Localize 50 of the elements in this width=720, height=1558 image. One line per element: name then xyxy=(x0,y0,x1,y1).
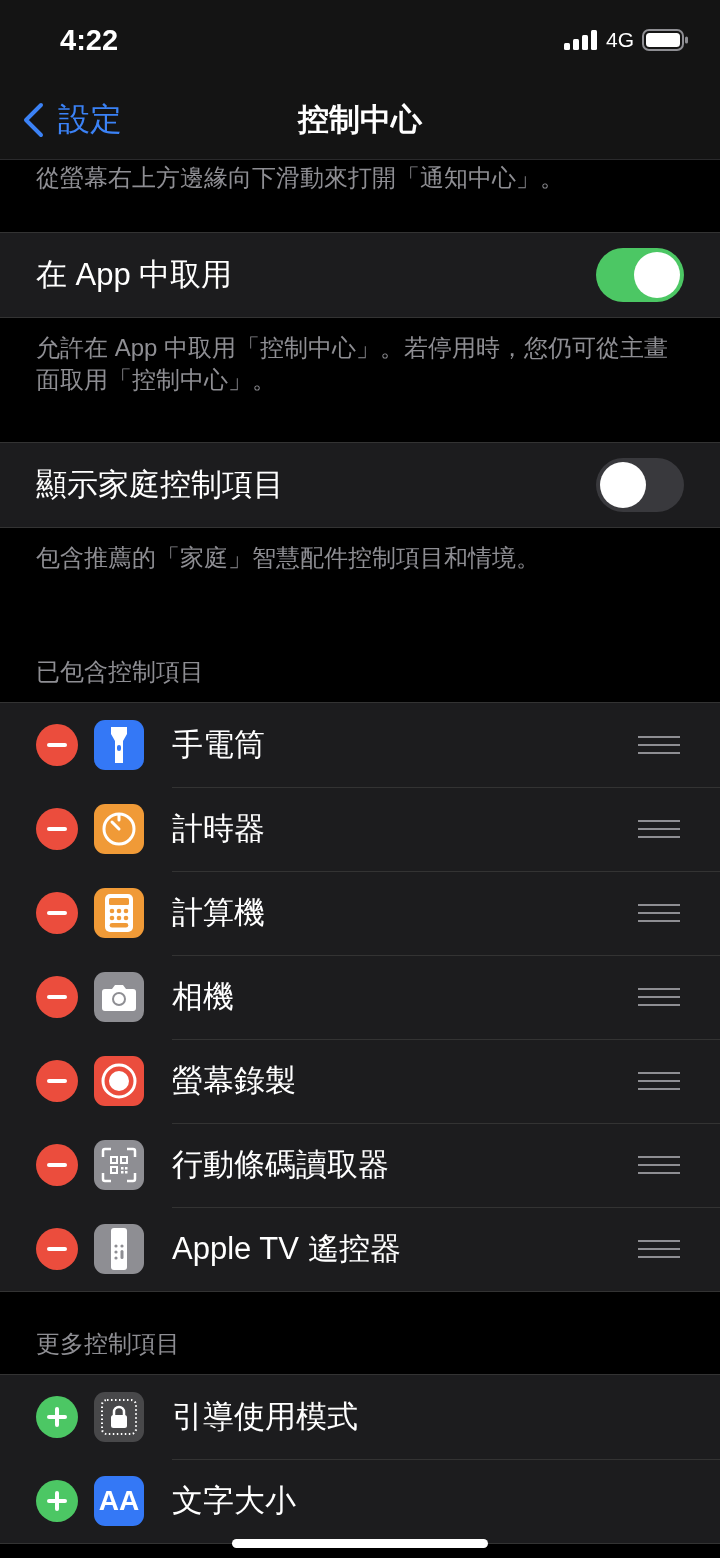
section-note: 從螢幕右上方邊緣向下滑動來打開「通知中心」。 xyxy=(35,163,565,193)
reorder-handle-icon[interactable] xyxy=(638,734,680,755)
remove-button[interactable] xyxy=(36,1144,78,1186)
section-footer: 允許在 App 中取用「控制中心」。若停用時，您仍可從主畫面取用「控制中心」。 xyxy=(0,318,720,442)
add-button[interactable] xyxy=(36,1480,78,1522)
remote-icon xyxy=(111,1228,127,1270)
text-size-icon: AA xyxy=(94,1476,144,1526)
calculator-icon xyxy=(105,894,133,932)
reorder-handle-icon[interactable] xyxy=(638,1239,680,1259)
reorder-handle-icon[interactable] xyxy=(638,902,680,923)
setting-label: 顯示家庭控制項目 xyxy=(36,466,284,504)
remove-button[interactable] xyxy=(36,724,78,766)
flashlight-icon xyxy=(109,725,129,765)
control-label: 計時器 xyxy=(172,809,265,848)
qr-code-icon xyxy=(101,1147,137,1183)
chevron-left-icon xyxy=(22,101,44,138)
setting-label: 在 App 中取用 xyxy=(36,256,233,294)
signal-icon xyxy=(564,30,598,50)
section-footer: 包含推薦的「家庭」智慧配件控制項目和情境。 xyxy=(0,528,720,620)
remove-button[interactable] xyxy=(36,808,78,850)
remove-button[interactable] xyxy=(36,1060,78,1102)
section-header: 已包含控制項目 xyxy=(35,657,205,687)
toggle-switch[interactable] xyxy=(596,458,684,512)
status-time: 4:22 xyxy=(60,23,119,57)
control-label: 手電筒 xyxy=(172,725,265,764)
reorder-handle-icon[interactable] xyxy=(638,986,680,1007)
add-button[interactable] xyxy=(36,1396,78,1438)
network-label: 4G xyxy=(606,28,634,52)
control-label: 引導使用模式 xyxy=(172,1397,358,1436)
record-icon xyxy=(100,1062,138,1100)
page-title: 控制中心 xyxy=(298,100,422,139)
section-header: 更多控制項目 xyxy=(35,1329,181,1359)
control-label: 相機 xyxy=(172,977,234,1016)
control-label: 計算機 xyxy=(172,893,265,932)
lock-icon xyxy=(100,1398,138,1436)
remove-button[interactable] xyxy=(36,1228,78,1270)
back-button[interactable]: 設定 xyxy=(0,97,122,142)
battery-icon xyxy=(642,29,688,51)
control-label: Apple TV 遙控器 xyxy=(172,1230,401,1268)
camera-icon xyxy=(101,983,137,1011)
control-label: 文字大小 xyxy=(172,1482,296,1520)
toggle-switch[interactable] xyxy=(596,248,684,302)
control-label: 行動條碼讀取器 xyxy=(172,1145,389,1184)
remove-button[interactable] xyxy=(36,976,78,1018)
timer-icon xyxy=(101,811,137,847)
control-label: 螢幕錄製 xyxy=(172,1061,296,1100)
reorder-handle-icon[interactable] xyxy=(638,818,680,839)
reorder-handle-icon[interactable] xyxy=(638,1070,680,1091)
reorder-handle-icon[interactable] xyxy=(638,1154,680,1175)
remove-button[interactable] xyxy=(36,892,78,934)
